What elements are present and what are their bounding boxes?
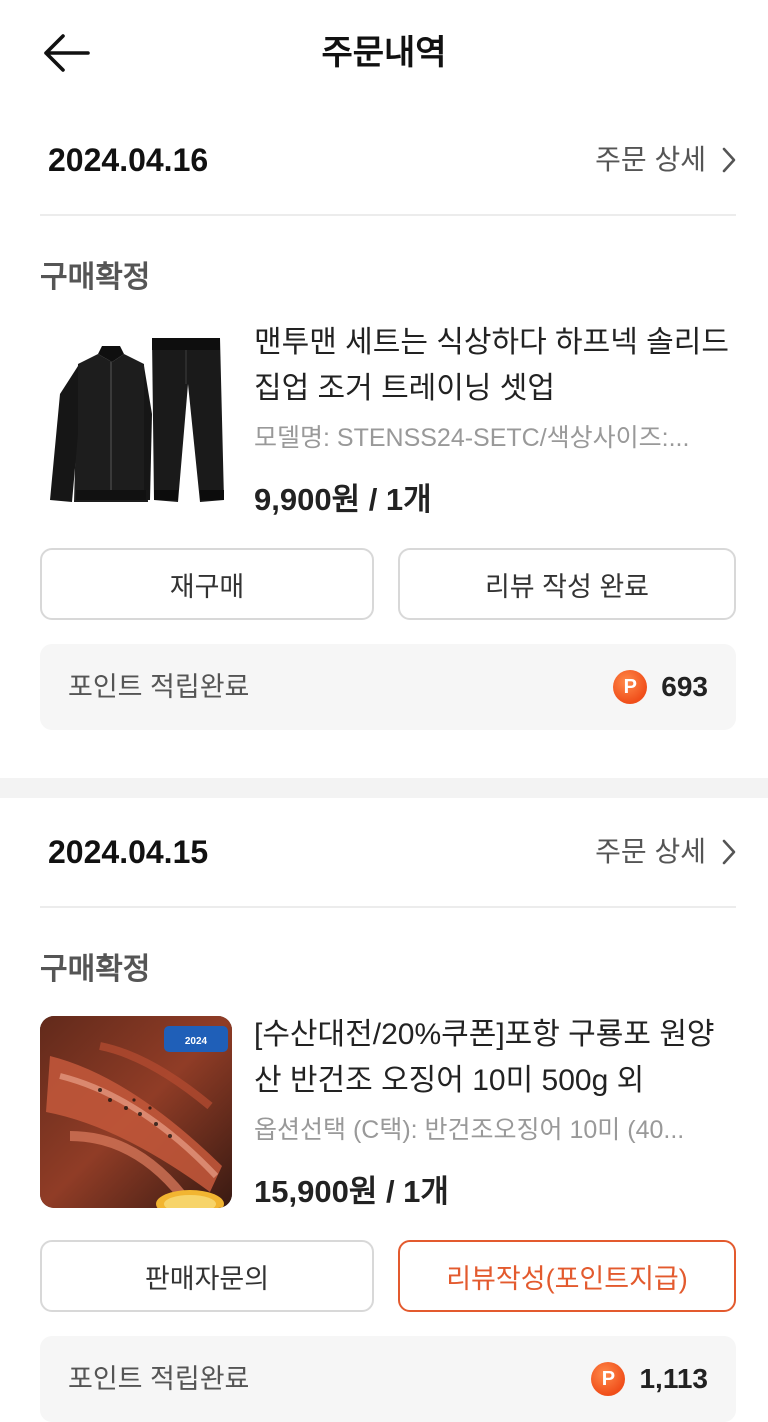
write-review-button[interactable]: 리뷰작성(포인트지급)	[398, 1240, 736, 1312]
order-detail-link[interactable]: 주문 상세	[595, 140, 736, 180]
app-header: 주문내역	[0, 0, 768, 108]
point-badge-icon: P	[591, 1362, 626, 1396]
product-info: [수산대전/20%쿠폰]포항 구룡포 원양산 반건조 오징어 10미 500g …	[254, 1012, 734, 1212]
page-title: 주문내역	[321, 34, 447, 72]
order-card: 2024.04.15 주문 상세 구매확정 2024 [수산대전/20%쿠폰]포…	[0, 800, 768, 1422]
product-option: 옵션선택 (C택): 반건조오징어 10미 (40...	[254, 1116, 685, 1144]
points-label: 포인트 적립완료	[68, 672, 250, 702]
order-card: 2024.04.16 주문 상세 구매확정 맨투맨 세트는 식상하다 하프넥 솔…	[0, 108, 768, 778]
product-price: 15,900원 / 1개	[254, 1174, 449, 1209]
order-header: 2024.04.16 주문 상세	[40, 108, 736, 216]
section-divider	[0, 778, 768, 798]
order-date: 2024.04.16	[48, 142, 209, 178]
product-image[interactable]: 2024	[40, 1016, 232, 1208]
order-detail-link[interactable]: 주문 상세	[595, 832, 736, 872]
product-name[interactable]: 맨투맨 세트는 식상하다 하프넥 솔리드 집업 조거 트레이닝 셋업	[254, 320, 734, 412]
points-panel: 포인트 적립완료 P 693	[40, 644, 736, 730]
order-status: 구매확정	[40, 953, 151, 986]
product-price: 9,900원 / 1개	[254, 482, 432, 517]
product-info: 맨투맨 세트는 식상하다 하프넥 솔리드 집업 조거 트레이닝 셋업 모델명: …	[254, 320, 734, 520]
points-value: 1,113	[639, 1363, 708, 1394]
review-complete-button[interactable]: 리뷰 작성 완료	[398, 548, 736, 620]
order-detail-label: 주문 상세	[595, 144, 706, 175]
points-panel: 포인트 적립완료 P 1,113	[40, 1336, 736, 1422]
point-badge-icon: P	[613, 670, 648, 704]
repurchase-button[interactable]: 재구매	[40, 548, 374, 620]
order-date: 2024.04.15	[48, 834, 209, 870]
product-option: 모델명: STENSS24-SETC/색상사이즈:...	[254, 424, 690, 452]
product-name[interactable]: [수산대전/20%쿠폰]포항 구룡포 원양산 반건조 오징어 10미 500g …	[254, 1012, 734, 1104]
squid-image: 2024	[40, 1016, 232, 1208]
points-value-group: P 693	[613, 667, 708, 707]
product-image[interactable]	[40, 324, 232, 516]
order-detail-label: 주문 상세	[595, 836, 706, 867]
seller-inquiry-button[interactable]: 판매자문의	[40, 1240, 374, 1312]
chevron-right-icon	[722, 839, 736, 865]
points-value-group: P 1,113	[591, 1359, 708, 1399]
order-header: 2024.04.15 주문 상세	[40, 800, 736, 908]
points-label: 포인트 적립완료	[68, 1364, 250, 1394]
points-value: 693	[661, 671, 708, 702]
svg-text:2024: 2024	[185, 1036, 208, 1047]
tracksuit-image	[40, 324, 232, 516]
order-status: 구매확정	[40, 261, 151, 294]
chevron-right-icon	[722, 147, 736, 173]
